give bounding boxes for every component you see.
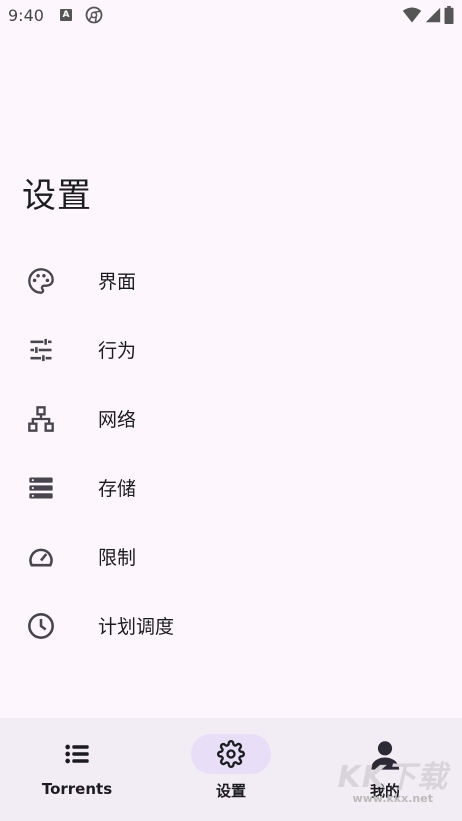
settings-item-label: 行为 [98, 340, 137, 362]
signal-icon [425, 7, 441, 23]
gear-icon [217, 740, 245, 768]
nav-item-settings[interactable]: 设置 [154, 718, 308, 821]
settings-item-label: 限制 [98, 547, 137, 569]
settings-item-limits[interactable]: 限制 [0, 522, 462, 591]
settings-menu: 界面 行为 网络 存储 限制 计划调度 [0, 246, 462, 660]
page-title: 设置 [22, 176, 92, 216]
list-icon [65, 744, 89, 764]
watermark-text: KK下载 [337, 760, 448, 795]
nav-label: 设置 [215, 782, 246, 800]
status-time: 9:40 [8, 6, 44, 25]
status-bar: 9:40 A [0, 0, 462, 32]
nav-label: Torrents [41, 780, 113, 798]
settings-item-label: 计划调度 [98, 616, 175, 638]
battery-icon [444, 6, 454, 24]
nav-pill [37, 734, 117, 774]
settings-item-storage[interactable]: 存储 [0, 453, 462, 522]
a-notification-icon: A [60, 9, 72, 21]
settings-item-behavior[interactable]: 行为 [0, 315, 462, 384]
nav-item-torrents[interactable]: Torrents [0, 718, 154, 821]
nav-pill-active [191, 734, 271, 774]
status-right-icons [402, 6, 454, 24]
watermark-url: www.kkx.net [352, 792, 433, 805]
storage-icon [26, 473, 56, 503]
network-icon [26, 404, 56, 434]
settings-item-label: 界面 [98, 271, 137, 293]
settings-item-schedule[interactable]: 计划调度 [0, 591, 462, 660]
wifi-icon [402, 7, 422, 23]
speed-icon [26, 542, 56, 572]
watermark: KK下载 www.kkx.net [338, 752, 449, 805]
clock-icon [26, 611, 56, 641]
settings-item-label: 网络 [98, 409, 137, 431]
settings-item-network[interactable]: 网络 [0, 384, 462, 453]
tune-icon [26, 335, 56, 365]
settings-item-interface[interactable]: 界面 [0, 246, 462, 315]
chrome-icon [85, 6, 103, 24]
palette-icon [26, 266, 56, 296]
settings-item-label: 存储 [98, 478, 137, 500]
